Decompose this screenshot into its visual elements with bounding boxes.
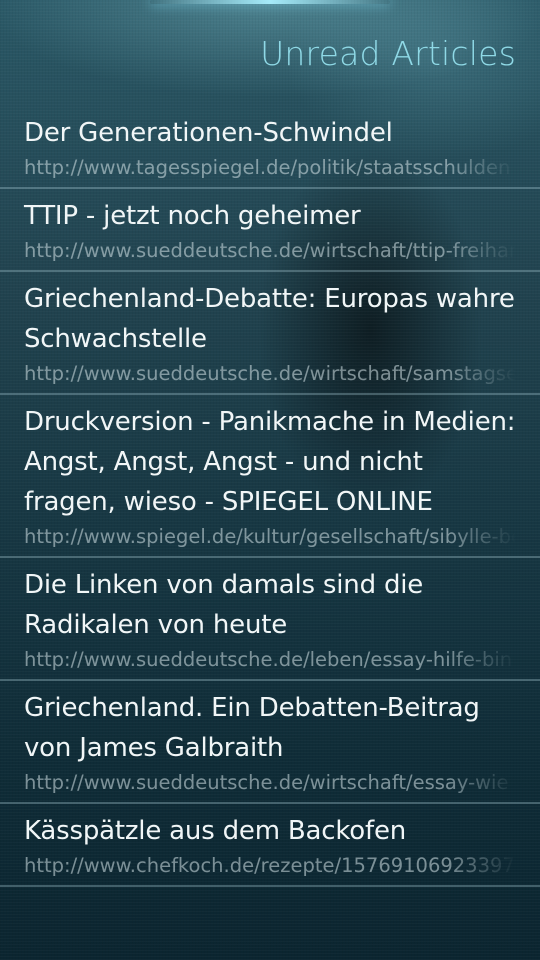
article-url: http://www.spiegel.de/kultur/gesellschaf… — [24, 525, 516, 548]
article-title: Druckversion - Panikmache in Medien: Ang… — [24, 407, 516, 517]
article-title: Der Generationen-Schwindel — [24, 118, 393, 148]
list-item-article-2[interactable]: TTIP - jetzt noch geheimer http://www.su… — [0, 189, 540, 272]
article-title: Die Linken von damals sind die Radikalen… — [24, 570, 424, 640]
article-url: http://www.sueddeutsche.de/wirtschaft/es… — [24, 771, 509, 794]
pulley-menu-indicator — [150, 0, 390, 4]
article-url: http://www.tagesspiegel.de/politik/staat… — [24, 156, 511, 179]
article-url: http://www.sueddeutsche.de/leben/essay-h… — [24, 648, 513, 671]
list-item-article-6[interactable]: Griechenland. Ein Debatten-Beitrag von J… — [0, 681, 540, 804]
article-list[interactable]: Der Generationen-Schwindel http://www.ta… — [0, 106, 540, 887]
list-item-article-4[interactable]: Druckversion - Panikmache in Medien: Ang… — [0, 395, 540, 558]
article-title: TTIP - jetzt noch geheimer — [24, 201, 361, 231]
list-item-article-1[interactable]: Der Generationen-Schwindel http://www.ta… — [0, 106, 540, 189]
article-url: http://www.sueddeutsche.de/wirtschaft/sa… — [24, 362, 516, 385]
article-url: http://www.sueddeutsche.de/wirtschaft/tt… — [24, 239, 516, 262]
article-title: Griechenland-Debatte: Europas wahre Schw… — [24, 284, 515, 354]
list-item-article-5[interactable]: Die Linken von damals sind die Radikalen… — [0, 558, 540, 681]
article-url: http://www.chefkoch.de/rezepte/157691069… — [24, 854, 516, 877]
page-title: Unread Articles — [260, 34, 516, 73]
list-item-article-3[interactable]: Griechenland-Debatte: Europas wahre Schw… — [0, 272, 540, 395]
list-item-article-7[interactable]: Kässpätzle aus dem Backofen http://www.c… — [0, 804, 540, 887]
article-title: Kässpätzle aus dem Backofen — [24, 816, 407, 846]
article-title: Griechenland. Ein Debatten-Beitrag von J… — [24, 693, 480, 763]
